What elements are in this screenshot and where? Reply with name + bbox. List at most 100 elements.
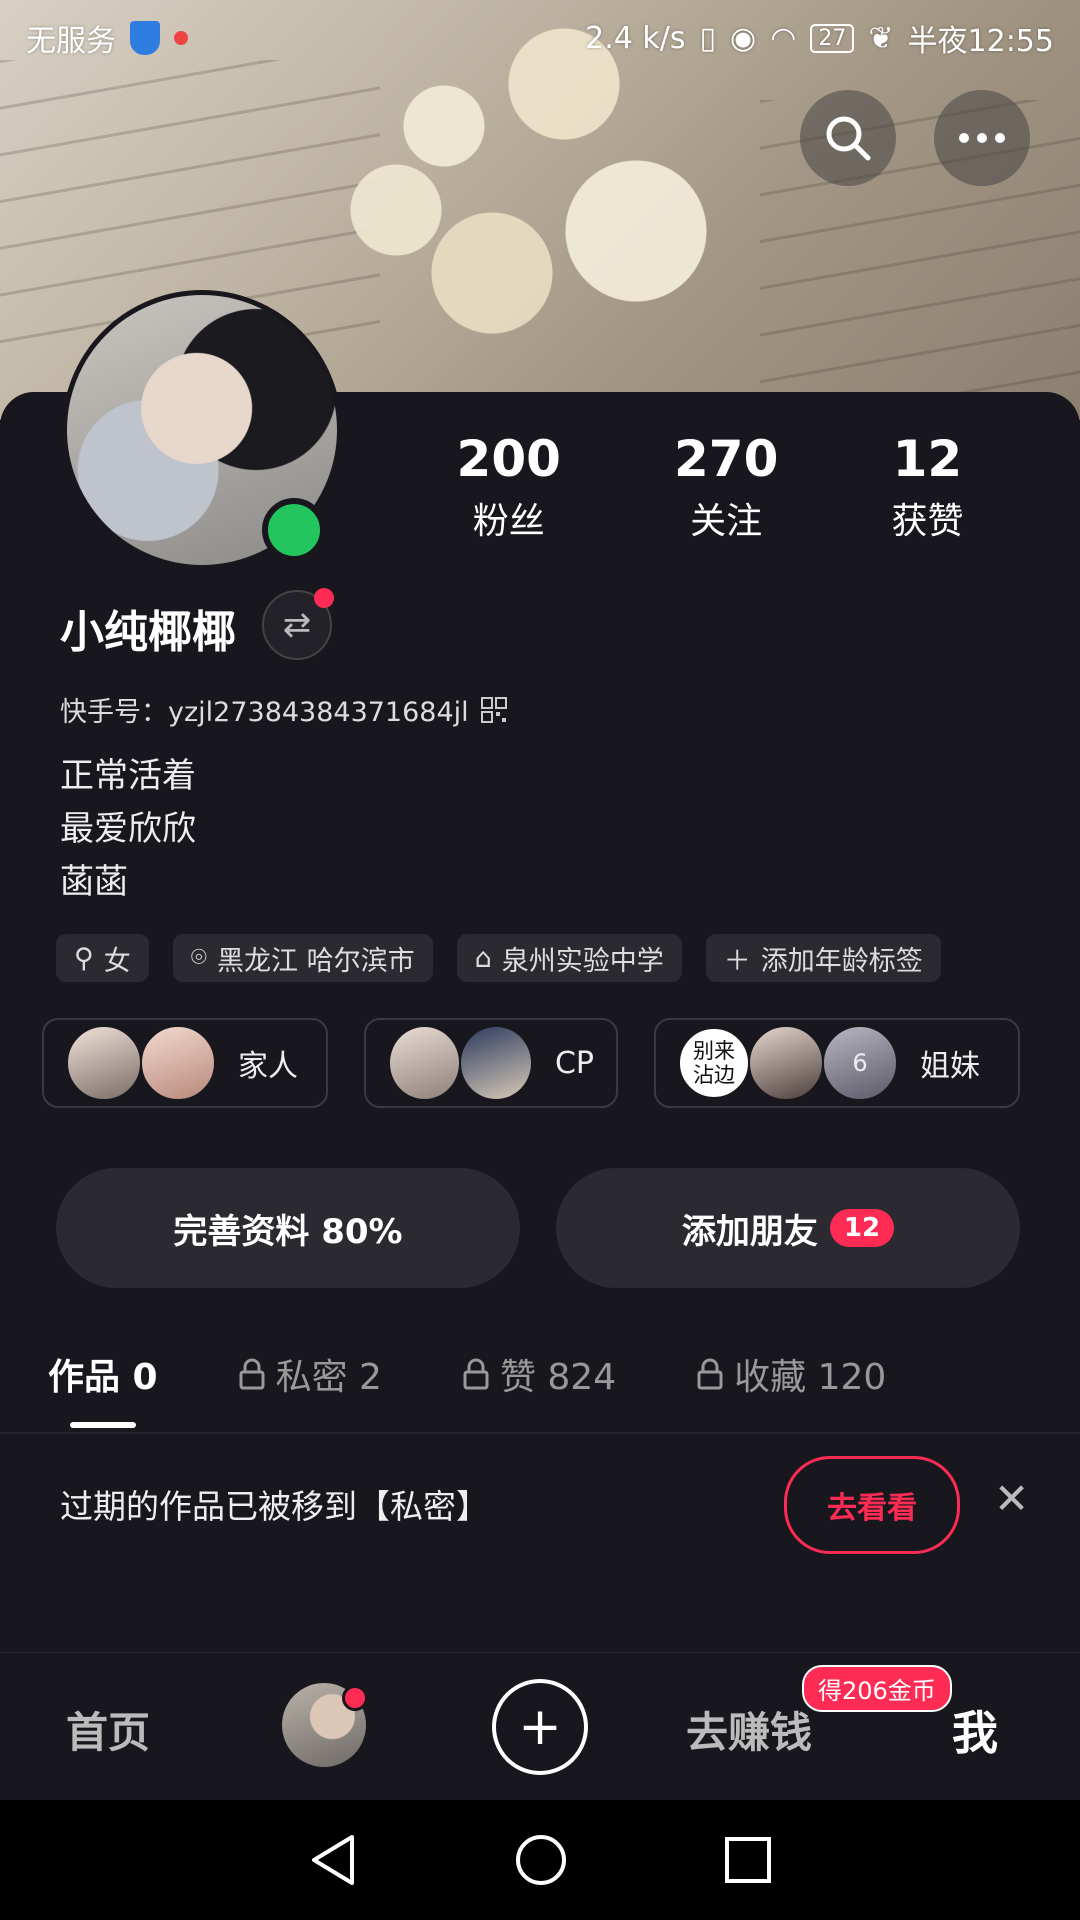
eye-icon: ◉ bbox=[730, 20, 757, 56]
status-bar: 无服务 2.4 k/s ▯ ◉ ◠ 27 ❦ 半夜12:55 bbox=[0, 0, 1080, 76]
group-avatar bbox=[66, 1025, 142, 1101]
kuaishou-id-text: 快手号：yzjl27384384371684jl bbox=[60, 697, 469, 728]
stat-number: 12 bbox=[892, 430, 963, 488]
tag-label: 泉州实验中学 bbox=[501, 945, 664, 977]
relationship-groups: 家人 CP 别来沾边 6 姐妹 bbox=[42, 1018, 1020, 1108]
tab-liked[interactable]: 赞 824 bbox=[462, 1348, 616, 1400]
profile-bio: 正常活着 最爱欣欣 菡菡 bbox=[60, 750, 196, 909]
nav-avatar-badge-dot bbox=[342, 1685, 368, 1711]
network-speed: 2.4 k/s bbox=[585, 20, 686, 56]
stat-followers[interactable]: 200 粉丝 bbox=[457, 430, 561, 544]
group-label: 家人 bbox=[238, 1049, 298, 1084]
group-member-count: 6 bbox=[822, 1025, 898, 1101]
tab-label: 作品 0 bbox=[48, 1357, 158, 1398]
group-label: 姐妹 bbox=[920, 1049, 980, 1084]
switch-badge-dot bbox=[314, 588, 334, 608]
view-private-button[interactable]: 去看看 bbox=[784, 1456, 960, 1554]
shield-icon bbox=[130, 21, 160, 55]
group-avatar bbox=[748, 1025, 824, 1101]
system-navigation-bar bbox=[0, 1800, 1080, 1920]
recents-icon[interactable] bbox=[724, 1836, 772, 1884]
battery-icon: 27 bbox=[810, 23, 855, 53]
tag-school[interactable]: ⌂ 泉州实验中学 bbox=[456, 934, 682, 982]
tab-works[interactable]: 作品 0 bbox=[48, 1348, 158, 1400]
tab-label: 私密 2 bbox=[275, 1357, 382, 1398]
nav-publish-button[interactable]: + bbox=[492, 1679, 588, 1775]
tab-label: 收藏 120 bbox=[734, 1357, 887, 1398]
tag-label: 添加年龄标签 bbox=[760, 945, 923, 977]
online-status-dot bbox=[262, 498, 326, 562]
more-icon bbox=[959, 133, 1005, 143]
tag-label: 黑龙江 哈尔滨市 bbox=[216, 945, 415, 977]
bio-line: 最爱欣欣 bbox=[60, 809, 196, 849]
tag-add-age[interactable]: ＋ 添加年龄标签 bbox=[705, 934, 941, 982]
nav-following-avatar[interactable] bbox=[282, 1683, 368, 1767]
group-sisters[interactable]: 别来沾边 6 姐妹 bbox=[654, 1018, 1020, 1108]
nav-earn[interactable]: 去赚钱 bbox=[686, 1699, 812, 1760]
bio-line: 菡菡 bbox=[60, 862, 128, 902]
vibrate-icon: ▯ bbox=[699, 20, 717, 56]
tag-gender[interactable]: ⚲ 女 bbox=[56, 934, 149, 982]
tab-private[interactable]: 私密 2 bbox=[238, 1348, 382, 1400]
bottom-navigation: 首页 + 去赚钱 得206金币 我 bbox=[0, 1652, 1080, 1801]
button-label: 添加朋友 bbox=[681, 1211, 818, 1252]
tag-location[interactable]: ⌾ 黑龙江 哈尔滨市 bbox=[172, 934, 433, 982]
more-button[interactable] bbox=[934, 90, 1030, 186]
stat-label: 获赞 bbox=[891, 501, 964, 542]
lock-icon bbox=[239, 1358, 265, 1390]
bio-line: 正常活着 bbox=[60, 756, 196, 796]
close-icon: ✕ bbox=[994, 1474, 1030, 1523]
gender-icon: ⚲ bbox=[74, 942, 94, 974]
school-icon: ⌂ bbox=[474, 942, 492, 974]
profile-tags: ⚲ 女 ⌾ 黑龙江 哈尔滨市 ⌂ 泉州实验中学 ＋ 添加年龄标签 bbox=[56, 934, 941, 982]
switch-account-button[interactable]: ⇄ bbox=[262, 588, 334, 660]
content-tabs: 作品 0 私密 2 赞 824 收藏 120 bbox=[48, 1348, 1048, 1400]
search-icon bbox=[826, 116, 871, 161]
profile-actions: 完善资料 80% 添加朋友 12 bbox=[56, 1168, 1020, 1288]
tab-favorites[interactable]: 收藏 120 bbox=[696, 1348, 886, 1400]
tabs-divider bbox=[0, 1432, 1080, 1434]
wifi-icon: ◠ bbox=[770, 20, 797, 56]
lock-icon bbox=[463, 1358, 489, 1390]
group-avatar bbox=[459, 1025, 533, 1101]
swap-icon: ⇄ bbox=[282, 605, 312, 645]
location-icon: ⌾ bbox=[190, 942, 207, 973]
tag-label: 女 bbox=[103, 945, 131, 977]
earn-coins-badge: 得206金币 bbox=[802, 1665, 952, 1712]
carrier-text: 无服务 bbox=[26, 24, 116, 59]
friend-request-count: 12 bbox=[829, 1209, 895, 1247]
lock-icon bbox=[697, 1358, 723, 1390]
profile-name: 小纯椰椰 bbox=[60, 607, 236, 658]
profile-stats: 200 粉丝 270 关注 12 获赞 bbox=[400, 430, 1020, 544]
close-notice-button[interactable]: ✕ bbox=[994, 1474, 1029, 1523]
group-family[interactable]: 家人 bbox=[42, 1018, 328, 1108]
stat-number: 200 bbox=[456, 430, 561, 488]
expired-works-notice: 过期的作品已被移到【私密】 bbox=[60, 1487, 489, 1526]
group-avatar bbox=[388, 1025, 462, 1101]
nav-me[interactable]: 我 bbox=[952, 1697, 998, 1763]
group-label: CP bbox=[554, 1045, 594, 1081]
home-circle-icon[interactable] bbox=[514, 1833, 568, 1887]
stat-label: 粉丝 bbox=[472, 501, 545, 542]
notification-dot-icon bbox=[174, 31, 188, 45]
clock-text: 半夜12:55 bbox=[907, 24, 1054, 59]
search-button[interactable] bbox=[800, 90, 896, 186]
stat-number: 270 bbox=[673, 430, 779, 488]
complete-profile-button[interactable]: 完善资料 80% bbox=[56, 1168, 520, 1288]
button-label: 完善资料 80% bbox=[173, 1211, 403, 1252]
group-avatar-text: 别来沾边 bbox=[678, 1027, 750, 1099]
group-cp[interactable]: CP bbox=[364, 1018, 618, 1108]
back-icon[interactable] bbox=[308, 1833, 358, 1887]
plus-icon: ＋ bbox=[723, 945, 751, 977]
tab-label: 赞 824 bbox=[499, 1357, 617, 1398]
stat-likes[interactable]: 12 获赞 bbox=[891, 430, 963, 544]
add-friend-button[interactable]: 添加朋友 12 bbox=[556, 1168, 1020, 1288]
plus-icon: + bbox=[518, 1697, 562, 1757]
stat-following[interactable]: 270 关注 bbox=[674, 430, 778, 544]
nav-home[interactable]: 首页 bbox=[66, 1699, 150, 1760]
group-avatar bbox=[140, 1025, 216, 1101]
active-tab-indicator bbox=[70, 1422, 136, 1428]
button-label: 去看看 bbox=[827, 1491, 917, 1526]
qrcode-icon bbox=[480, 696, 507, 723]
kuaishou-id[interactable]: 快手号：yzjl27384384371684jl bbox=[60, 690, 507, 729]
